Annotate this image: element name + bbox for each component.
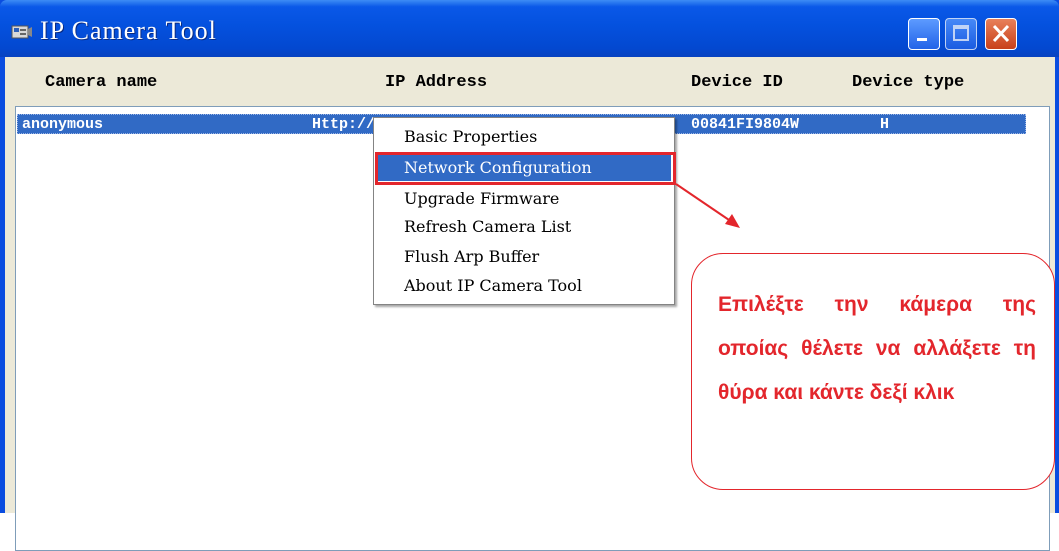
title-bar[interactable]: IP Camera Tool [0, 0, 1059, 57]
context-menu: Basic Properties Network Configuration U… [373, 117, 675, 305]
menu-item-basic-properties[interactable]: Basic Properties [377, 124, 671, 150]
maximize-button[interactable] [945, 18, 977, 50]
close-icon [992, 24, 1010, 43]
minimize-icon [917, 38, 927, 41]
column-header-device-id[interactable]: Device ID [691, 73, 783, 92]
column-header-device-type[interactable]: Device type [852, 73, 964, 92]
app-camera-icon [11, 25, 32, 39]
annotation-text: Επιλέξτε την κάμερα της οποίας θέλετε να… [718, 293, 1036, 404]
cell-device-id: 00841FI9804W [691, 116, 800, 133]
menu-item-about-ip-camera-tool[interactable]: About IP Camera Tool [377, 273, 671, 299]
cell-device-type: H [880, 116, 890, 133]
column-header-camera-name[interactable]: Camera name [45, 73, 157, 92]
menu-item-refresh-camera-list[interactable]: Refresh Camera List [377, 214, 671, 240]
menu-item-flush-arp-buffer[interactable]: Flush Arp Buffer [377, 244, 671, 270]
maximize-icon [953, 25, 969, 41]
menu-item-upgrade-firmware[interactable]: Upgrade Firmware [377, 186, 671, 212]
cell-camera-name: anonymous [22, 116, 104, 133]
close-button[interactable] [985, 18, 1017, 50]
menu-item-network-configuration[interactable]: Network Configuration [377, 155, 671, 181]
column-header-ip-address[interactable]: IP Address [385, 73, 487, 92]
window-title: IP Camera Tool [40, 16, 217, 45]
minimize-button[interactable] [908, 18, 940, 50]
